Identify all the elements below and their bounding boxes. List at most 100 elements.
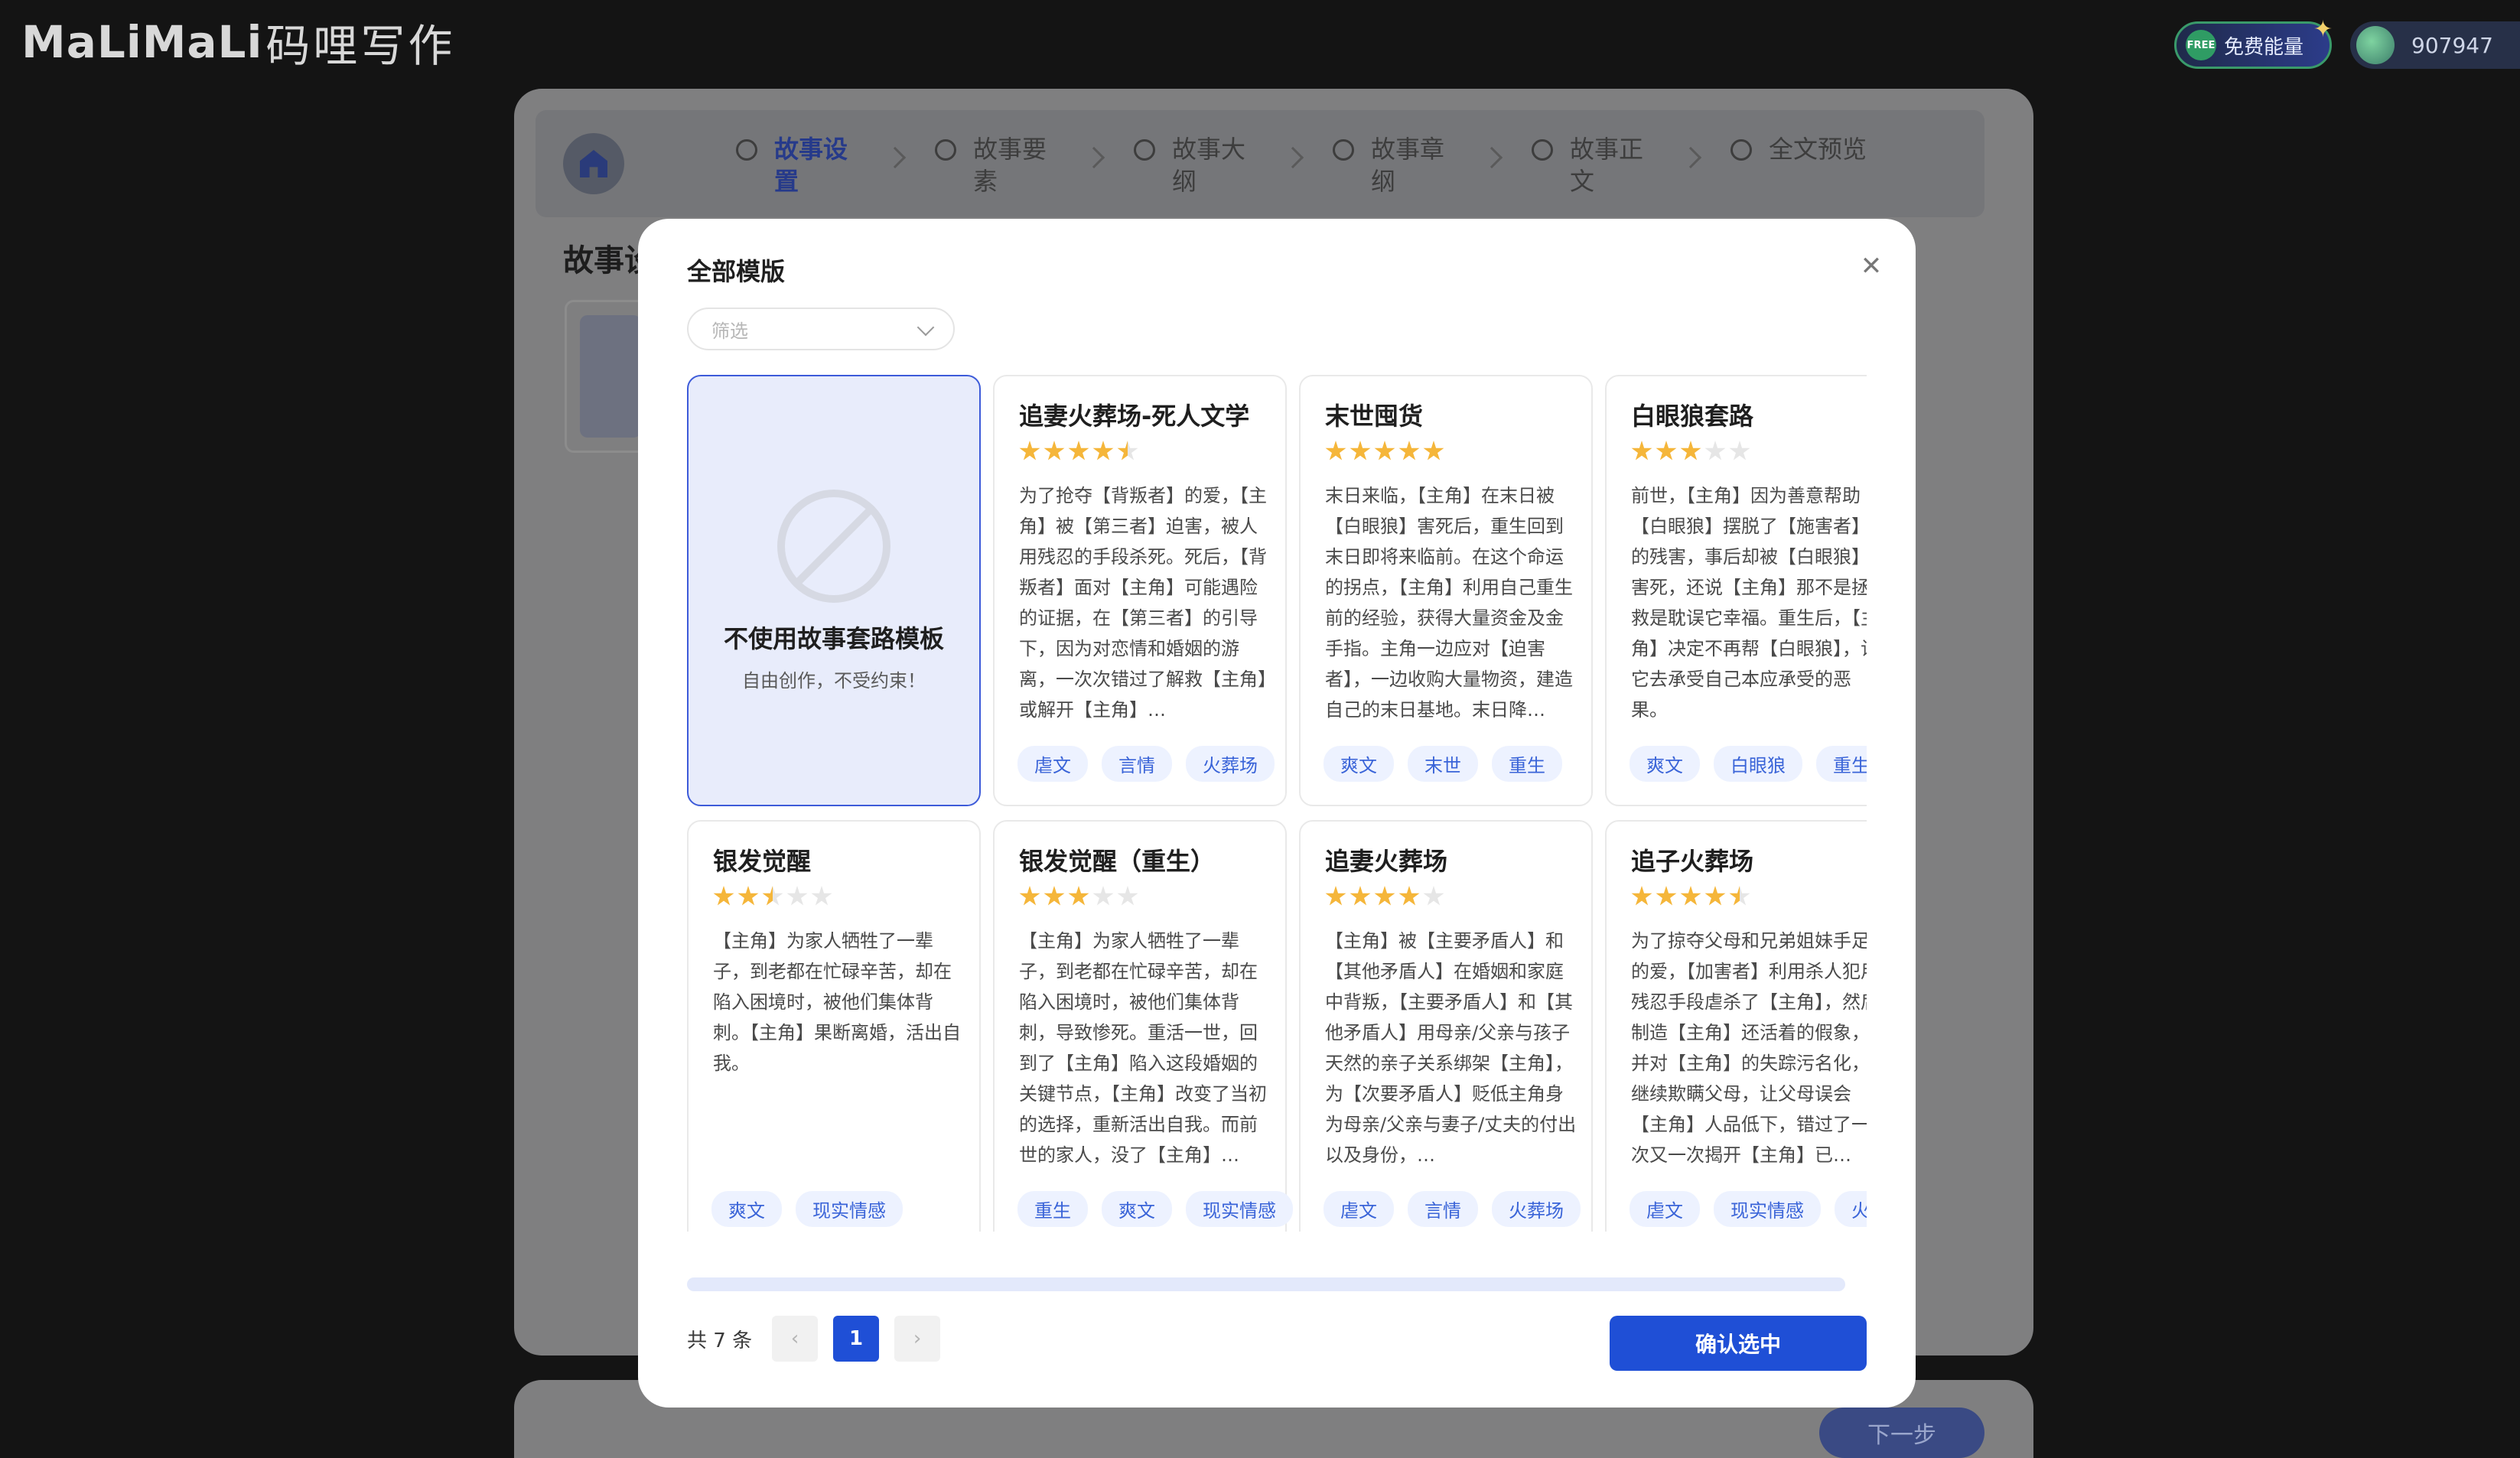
template-card[interactable]: 末世囤货 末日来临，【主角】在末日被【白眼狼】害死后，重生回到末日即将来临前。在… bbox=[1299, 375, 1593, 806]
chevron-down-icon bbox=[917, 318, 935, 337]
step-chapter-outline[interactable]: 故事章纲 bbox=[1333, 133, 1455, 197]
step-story-elements[interactable]: 故事要素 bbox=[935, 133, 1057, 197]
rating-stars bbox=[1631, 886, 1867, 910]
template-title: 白眼狼套路 bbox=[1631, 402, 1754, 431]
star-icon bbox=[1068, 886, 1089, 906]
settings-card-inner bbox=[580, 315, 641, 438]
star-icon bbox=[1631, 441, 1652, 461]
template-description: 为了抢夺【背叛者】的爱，【主角】被【第三者】迫害，被人用残忍的手段杀死。死后，【… bbox=[1019, 485, 1267, 721]
star-icon bbox=[1092, 441, 1114, 461]
template-card[interactable]: 追妻火葬场-死人文学 为了抢夺【背叛者】的爱，【主角】被【第三者】迫害，被人用残… bbox=[993, 375, 1287, 806]
template-modal: 全部模版 ✕ 筛选 不使用故事套路模板 自由创作，不受约束！ 追妻火葬场-死人文… bbox=[638, 219, 1916, 1408]
free-badge-icon: FREE bbox=[2186, 30, 2216, 60]
tag-list: 虐文 言情 火葬场 bbox=[1323, 1191, 1581, 1227]
template-title: 追子火葬场 bbox=[1631, 847, 1754, 876]
template-description: 末日来临，【主角】在末日被【白眼狼】害死后，重生回到末日即将来临前。在这个命运的… bbox=[1325, 485, 1573, 721]
tag-list: 爽文 末世 重生 bbox=[1323, 746, 1562, 782]
step-label: 全文预览 bbox=[1769, 135, 1867, 164]
logo-latin: MaLiMaLi bbox=[21, 16, 263, 68]
pagination: 共 7 条 ‹ 1 › bbox=[687, 1316, 941, 1362]
template-card[interactable]: 追子火葬场 为了掠夺父母和兄弟姐妹手足的爱，【加害者】利用杀人犯用残忍手段虐杀了… bbox=[1605, 820, 1867, 1232]
star-icon bbox=[1374, 886, 1395, 906]
step-story-outline[interactable]: 故事大纲 bbox=[1134, 133, 1256, 197]
template-description: 【主角】被【主要矛盾人】和【其他矛盾人】在婚姻和家庭中背叛，【主要矛盾人】和【其… bbox=[1325, 930, 1577, 1166]
home-button[interactable] bbox=[563, 133, 624, 194]
tag-badge: 爽文 bbox=[1630, 746, 1700, 782]
tag-badge: 白眼狼 bbox=[1714, 746, 1802, 782]
star-icon bbox=[811, 886, 832, 906]
none-card-subtitle: 自由创作，不受约束！ bbox=[742, 669, 926, 692]
step-story-body[interactable]: 故事正文 bbox=[1532, 133, 1654, 197]
template-card-none[interactable]: 不使用故事套路模板 自由创作，不受约束！ bbox=[687, 375, 981, 806]
tag-badge: 火葬场 bbox=[1835, 1191, 1867, 1227]
home-icon bbox=[580, 150, 607, 177]
step-circle-icon bbox=[1730, 139, 1752, 161]
template-title: 追妻火葬场-死人文学 bbox=[1019, 402, 1250, 431]
tag-badge: 虐文 bbox=[1323, 1191, 1394, 1227]
next-page-button[interactable]: › bbox=[894, 1316, 941, 1362]
template-card[interactable]: 银发觉醒（重生） 【主角】为家人牺牲了一辈子，到老都在忙碌辛苦，却在陷入困境时，… bbox=[993, 820, 1293, 1232]
star-icon bbox=[1631, 886, 1652, 906]
tag-list: 爽文 白眼狼 重生 bbox=[1630, 746, 1867, 782]
star-icon bbox=[1325, 441, 1346, 461]
tag-badge: 火葬场 bbox=[1186, 746, 1275, 782]
confirm-select-button[interactable]: 确认选中 bbox=[1610, 1316, 1867, 1371]
total-count: 共 7 条 bbox=[687, 1329, 753, 1352]
step-label: 故事要素 bbox=[973, 135, 1047, 196]
template-card[interactable]: 银发觉醒 【主角】为家人牺牲了一辈子，到老都在忙碌辛苦，却在陷入困境时，被他们集… bbox=[687, 820, 981, 1232]
star-icon bbox=[1704, 441, 1726, 461]
rating-stars bbox=[1325, 441, 1567, 465]
star-icon bbox=[1117, 886, 1138, 906]
star-icon bbox=[737, 886, 759, 906]
tag-badge: 末世 bbox=[1408, 746, 1478, 782]
rating-stars bbox=[1019, 886, 1261, 910]
filter-select[interactable]: 筛选 bbox=[687, 308, 955, 350]
template-title: 银发觉醒 bbox=[713, 847, 812, 876]
horizontal-scrollbar[interactable] bbox=[687, 1277, 1845, 1291]
step-circle-icon bbox=[736, 139, 757, 161]
sparkle-icon: ✦ bbox=[2313, 16, 2333, 43]
template-description: 【主角】为家人牺牲了一辈子，到老都在忙碌辛苦，却在陷入困境时，被他们集体背刺。【… bbox=[713, 930, 961, 1074]
star-icon bbox=[1117, 441, 1138, 461]
tag-badge: 现实情感 bbox=[796, 1191, 903, 1227]
star-icon bbox=[1729, 441, 1750, 461]
close-icon[interactable]: ✕ bbox=[1854, 249, 1888, 283]
tag-badge: 重生 bbox=[1492, 746, 1562, 782]
tag-list: 虐文现实情感火葬场 bbox=[1630, 1191, 1867, 1227]
step-label: 故事设置 bbox=[774, 135, 848, 196]
star-icon bbox=[1423, 886, 1444, 906]
star-icon bbox=[1325, 886, 1346, 906]
template-title: 末世囤货 bbox=[1325, 402, 1424, 431]
energy-balance[interactable]: 907947 bbox=[2350, 21, 2520, 69]
rating-stars bbox=[713, 886, 955, 910]
tag-badge: 现实情感 bbox=[1714, 1191, 1821, 1227]
rating-stars bbox=[1325, 886, 1567, 910]
filter-placeholder: 筛选 bbox=[711, 320, 748, 342]
tag-badge: 现实情感 bbox=[1186, 1191, 1293, 1227]
template-description: 前世，【主角】因为善意帮助【白眼狼】摆脱了【施害者】的残害，事后却被【白眼狼】害… bbox=[1631, 485, 1867, 721]
template-card[interactable]: 白眼狼套路 前世，【主角】因为善意帮助【白眼狼】摆脱了【施害者】的残害，事后却被… bbox=[1605, 375, 1867, 806]
step-circle-icon bbox=[1532, 139, 1553, 161]
star-icon bbox=[1374, 441, 1395, 461]
energy-coin-icon bbox=[2356, 26, 2395, 64]
template-card[interactable]: 追妻火葬场 【主角】被【主要矛盾人】和【其他矛盾人】在婚姻和家庭中背叛，【主要矛… bbox=[1299, 820, 1593, 1232]
prev-page-button[interactable]: ‹ bbox=[772, 1316, 819, 1362]
page-number-button[interactable]: 1 bbox=[833, 1316, 880, 1362]
step-story-settings[interactable]: 故事设置 bbox=[736, 133, 858, 197]
tag-badge: 火葬场 bbox=[1492, 1191, 1581, 1227]
tag-badge: 言情 bbox=[1102, 746, 1172, 782]
step-label: 故事大纲 bbox=[1172, 135, 1246, 196]
step-circle-icon bbox=[935, 139, 956, 161]
star-icon bbox=[1019, 886, 1040, 906]
star-icon bbox=[1043, 886, 1065, 906]
tag-list: 虐文 言情 火葬场 bbox=[1017, 746, 1275, 782]
step-label: 故事章纲 bbox=[1371, 135, 1445, 196]
free-energy-label: 免费能量 bbox=[2224, 35, 2304, 59]
tag-badge: 言情 bbox=[1408, 1191, 1478, 1227]
tag-list: 爽文 现实情感 bbox=[711, 1191, 903, 1227]
rating-stars bbox=[1019, 441, 1261, 465]
next-step-button[interactable]: 下一步 bbox=[1819, 1408, 1984, 1458]
free-energy-button[interactable]: FREE 免费能量 ✦ bbox=[2174, 16, 2333, 69]
step-full-preview[interactable]: 全文预览 bbox=[1730, 133, 1876, 165]
tag-badge: 重生 bbox=[1816, 746, 1867, 782]
